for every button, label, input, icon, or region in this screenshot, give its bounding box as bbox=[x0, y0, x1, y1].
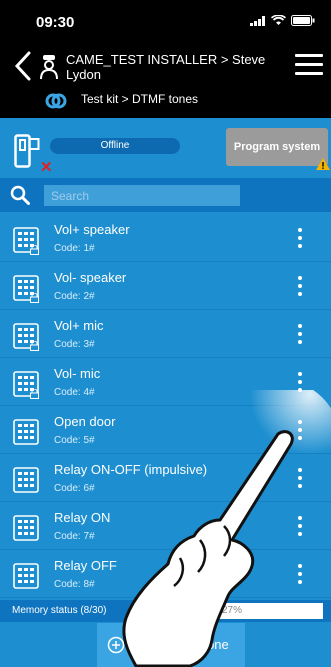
tone-name: Open door bbox=[54, 414, 116, 429]
keypad-icon bbox=[13, 419, 39, 445]
add-bar: Add DTMF tone bbox=[0, 623, 331, 667]
list-item[interactable]: Relay ON-OFF (impulsive) Code: 6# bbox=[0, 454, 331, 502]
memory-progress-bar: 27% bbox=[141, 603, 323, 619]
tone-name: Relay ON-OFF (impulsive) bbox=[54, 462, 208, 477]
list-item[interactable]: Relay OFF Code: 8# bbox=[0, 550, 331, 598]
lock-icon bbox=[30, 245, 39, 255]
lock-icon bbox=[30, 389, 39, 399]
program-system-button[interactable]: Program system bbox=[226, 128, 328, 166]
dtmf-tone-list: Vol+ speaker Code: 1# Vol- speaker Code:… bbox=[0, 214, 331, 598]
tone-code: Code: 8# bbox=[54, 579, 95, 590]
main-content: ✕ Offline Program system Vol+ speaker Co… bbox=[0, 118, 331, 667]
tone-name: Vol+ speaker bbox=[54, 222, 130, 237]
tone-code: Code: 5# bbox=[54, 435, 95, 446]
wifi-icon bbox=[271, 15, 286, 25]
page-title: CAME_TEST INSTALLER > Steve Lydon bbox=[66, 52, 266, 82]
lock-icon bbox=[30, 341, 39, 351]
status-bar: 09:30 bbox=[0, 0, 331, 44]
search-input[interactable] bbox=[44, 185, 240, 206]
list-item[interactable]: Vol- mic Code: 4# bbox=[0, 358, 331, 406]
list-item[interactable]: Vol+ speaker Code: 1# bbox=[0, 214, 331, 262]
memory-status-label: Memory status (8/30) bbox=[12, 605, 107, 616]
tone-name: Relay OFF bbox=[54, 558, 117, 573]
more-options-icon[interactable] bbox=[296, 564, 304, 584]
link-icon bbox=[45, 93, 67, 109]
search-bar bbox=[0, 178, 331, 212]
more-options-icon[interactable] bbox=[296, 324, 304, 344]
keypad-icon bbox=[13, 563, 39, 589]
more-options-icon[interactable] bbox=[296, 228, 304, 248]
tone-name: Vol- mic bbox=[54, 366, 101, 381]
tone-code: Code: 1# bbox=[54, 243, 95, 254]
more-options-icon[interactable] bbox=[296, 468, 304, 488]
tone-name: Vol+ mic bbox=[54, 318, 104, 333]
tone-code: Code: 2# bbox=[54, 291, 95, 302]
connection-status: Offline bbox=[50, 138, 180, 154]
tone-name: Vol- speaker bbox=[54, 270, 127, 285]
tone-code: Code: 7# bbox=[54, 531, 95, 542]
list-item[interactable]: Vol+ mic Code: 3# bbox=[0, 310, 331, 358]
tone-name: Relay ON bbox=[54, 510, 111, 525]
error-x-icon: ✕ bbox=[40, 159, 53, 176]
list-item[interactable]: Open door Code: 5# bbox=[0, 406, 331, 454]
installer-icon bbox=[40, 55, 58, 80]
more-options-icon[interactable] bbox=[296, 420, 304, 440]
list-item[interactable]: Relay ON Code: 7# bbox=[0, 502, 331, 550]
status-time: 09:30 bbox=[36, 14, 75, 31]
device-panel-icon bbox=[14, 134, 40, 168]
lock-icon bbox=[30, 293, 39, 303]
keypad-icon bbox=[13, 515, 39, 541]
battery-icon bbox=[291, 15, 315, 26]
search-icon bbox=[10, 185, 30, 205]
signal-icon bbox=[250, 15, 265, 26]
list-item[interactable]: Vol- speaker Code: 2# bbox=[0, 262, 331, 310]
more-options-icon[interactable] bbox=[296, 516, 304, 536]
plus-circle-icon bbox=[107, 636, 125, 654]
tone-code: Code: 6# bbox=[54, 483, 95, 494]
more-options-icon[interactable] bbox=[296, 276, 304, 296]
more-options-icon[interactable] bbox=[296, 372, 304, 392]
breadcrumb: Test kit > DTMF tones bbox=[81, 92, 199, 106]
memory-percent: 27% bbox=[221, 605, 242, 616]
status-icons bbox=[250, 15, 315, 26]
app-header: CAME_TEST INSTALLER > Steve Lydon Test k… bbox=[0, 44, 331, 118]
tone-code: Code: 4# bbox=[54, 387, 95, 398]
memory-status: Memory status (8/30) 27% bbox=[0, 600, 331, 622]
menu-icon[interactable] bbox=[295, 54, 323, 78]
warning-icon bbox=[316, 158, 330, 170]
add-button-label: Add DTMF tone bbox=[137, 637, 229, 652]
add-dtmf-tone-button[interactable]: Add DTMF tone bbox=[97, 623, 245, 667]
back-icon[interactable] bbox=[12, 50, 34, 82]
tone-code: Code: 3# bbox=[54, 339, 95, 350]
keypad-icon bbox=[13, 467, 39, 493]
